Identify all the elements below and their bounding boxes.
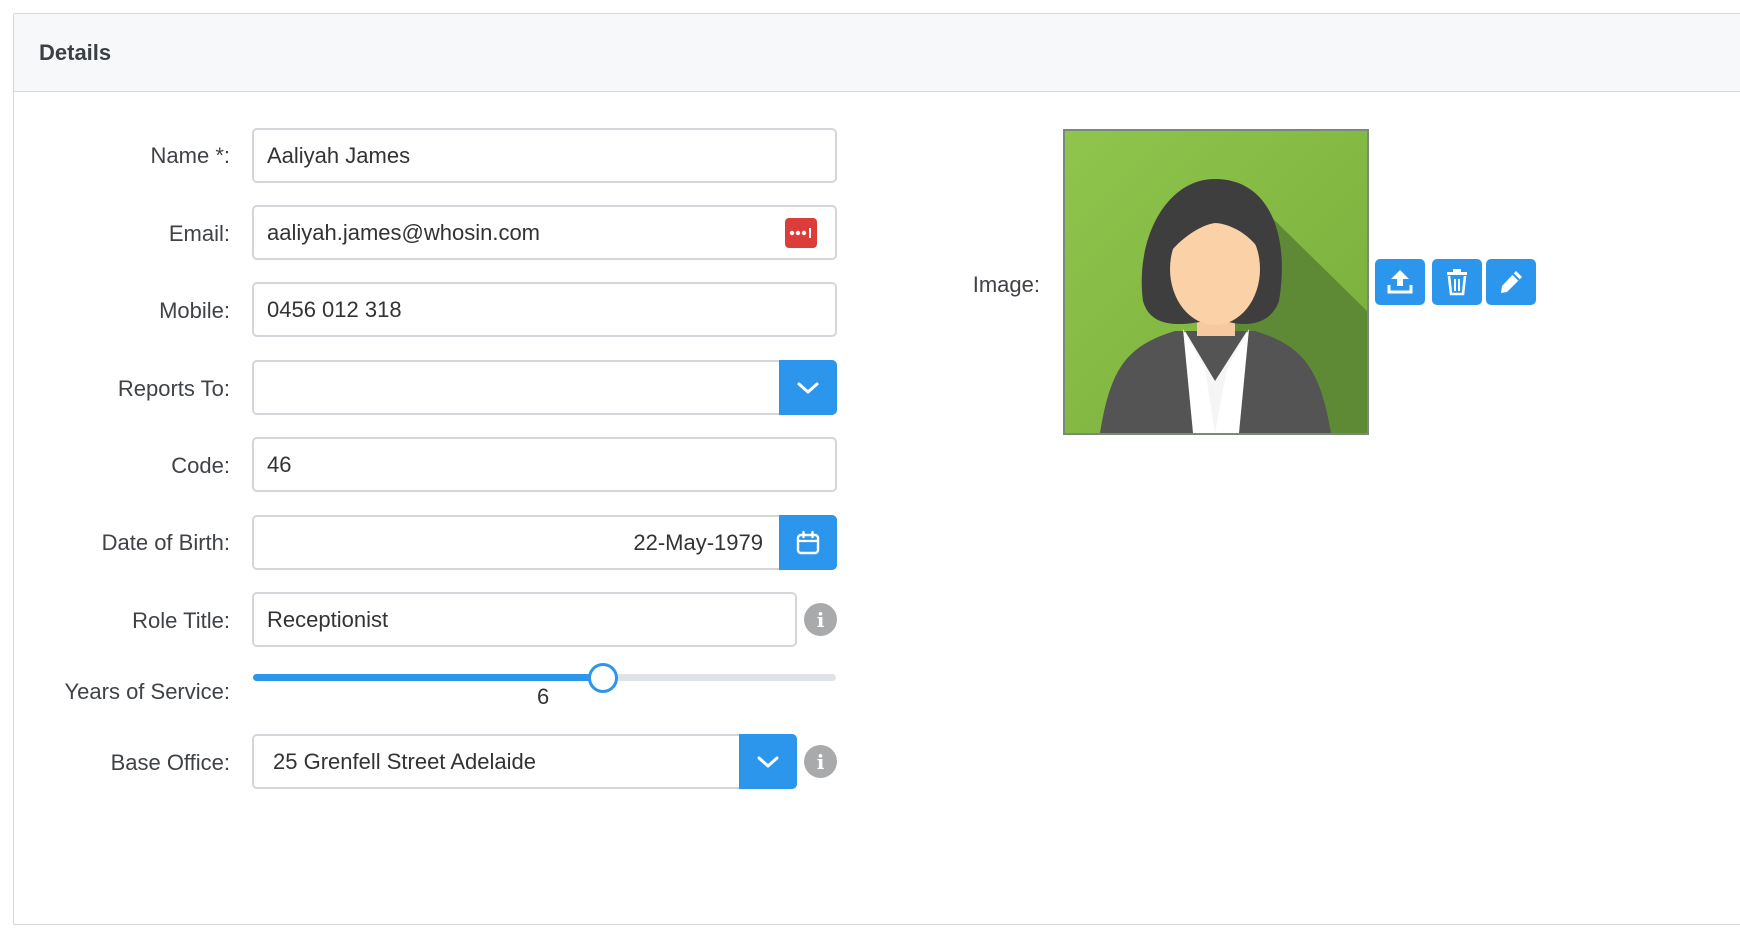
reports-to-select[interactable]: [252, 360, 837, 415]
name-label: Name *:: [150, 143, 230, 168]
person-avatar-icon: [1065, 131, 1367, 433]
code-label: Code:: [171, 453, 230, 478]
upload-icon: [1387, 270, 1413, 294]
slider-fill: [253, 674, 603, 681]
password-manager-icon[interactable]: [785, 218, 817, 248]
base-office-info-icon[interactable]: i: [804, 745, 837, 778]
role-title-label: Role Title:: [132, 608, 230, 633]
email-label: Email:: [168, 221, 230, 246]
panel-header: Details: [14, 14, 1740, 92]
name-input[interactable]: Aaliyah James: [252, 128, 837, 183]
role-title-value: Receptionist: [267, 607, 389, 632]
chevron-down-icon: [757, 756, 779, 767]
code-input[interactable]: 46: [252, 437, 837, 492]
years-of-service-label: Years of Service:: [64, 679, 231, 704]
name-value: Aaliyah James: [267, 143, 411, 168]
base-office-select[interactable]: 25 Grenfell Street Adelaide: [252, 734, 797, 789]
calendar-button[interactable]: [779, 515, 837, 570]
years-of-service-value: 6: [537, 684, 550, 709]
trash-icon: [1447, 269, 1467, 296]
calendar-icon: [796, 530, 820, 554]
reports-to-dropdown-button[interactable]: [779, 360, 837, 415]
profile-photo: [1063, 129, 1369, 435]
email-input[interactable]: aaliyah.james@whosin.com: [252, 205, 837, 260]
dob-input[interactable]: 22-May-1979: [252, 515, 837, 570]
dob-label: Date of Birth:: [101, 530, 230, 555]
pencil-icon: [1501, 271, 1522, 293]
upload-image-button[interactable]: [1375, 259, 1425, 305]
years-of-service-slider[interactable]: [253, 663, 836, 693]
base-office-dropdown-button[interactable]: [739, 734, 797, 789]
email-value: aaliyah.james@whosin.com: [267, 220, 541, 245]
delete-image-button[interactable]: [1432, 259, 1482, 305]
role-title-info-icon[interactable]: i: [804, 603, 837, 636]
reports-to-label: Reports To:: [117, 376, 230, 401]
edit-image-button[interactable]: [1486, 259, 1536, 305]
mobile-input[interactable]: 0456 012 318: [252, 282, 837, 337]
mobile-value: 0456 012 318: [267, 297, 402, 322]
slider-thumb[interactable]: [588, 663, 618, 693]
mobile-label: Mobile:: [159, 298, 230, 323]
chevron-down-icon: [797, 382, 819, 393]
dob-value: 22-May-1979: [633, 530, 763, 555]
panel-title: Details: [39, 40, 112, 65]
base-office-label: Base Office:: [110, 750, 230, 775]
code-value: 46: [267, 452, 292, 477]
role-title-input[interactable]: Receptionist: [252, 592, 797, 647]
image-label: Image:: [972, 272, 1040, 297]
base-office-value: 25 Grenfell Street Adelaide: [273, 749, 536, 774]
